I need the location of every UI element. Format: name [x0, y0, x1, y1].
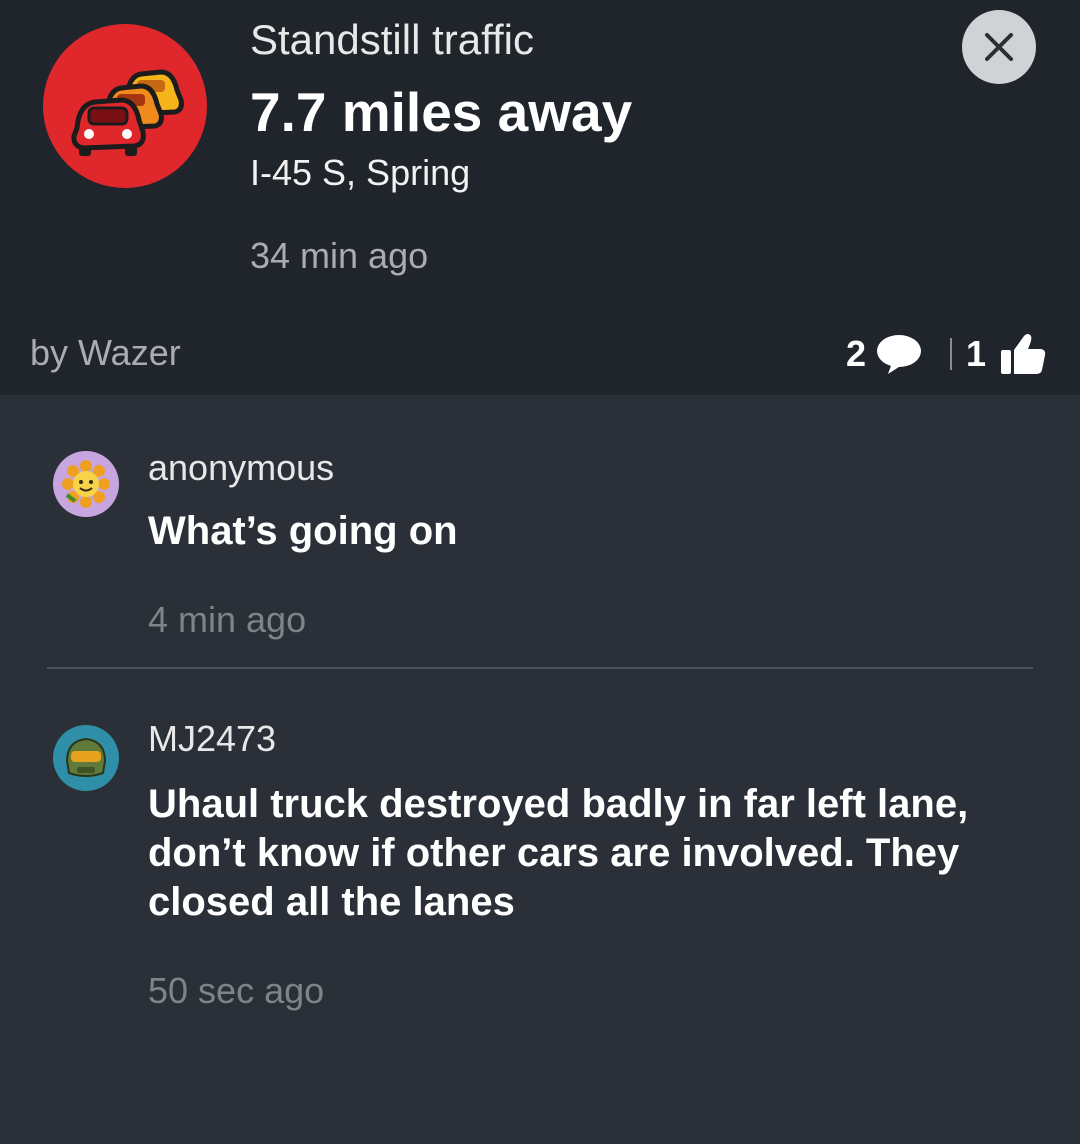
- comment-bubble-icon[interactable]: [874, 330, 924, 378]
- sunflower-avatar-icon: [62, 460, 110, 508]
- comment-text: Uhaul truck destroyed badly in far left …: [148, 782, 969, 924]
- close-button[interactable]: [962, 10, 1036, 84]
- comment-text: What’s going on: [148, 509, 458, 553]
- comment-time: 50 sec ago: [148, 970, 325, 1011]
- traffic-jam-icon: [43, 24, 207, 188]
- alert-street: I-45 S, Spring: [250, 152, 471, 193]
- reporter-label: by Wazer: [30, 332, 181, 373]
- alert-time: 34 min ago: [250, 235, 429, 276]
- alert-distance: 7.7 miles away: [250, 81, 633, 143]
- helmet-avatar-icon: [65, 737, 107, 777]
- comment-divider: [47, 667, 1033, 669]
- thumbs-up-count: 1: [965, 333, 986, 374]
- comment-username: MJ2473: [148, 718, 277, 759]
- stats-divider: [949, 338, 952, 370]
- avatar[interactable]: [53, 725, 119, 791]
- comment-count: 2: [845, 333, 866, 374]
- alert-stats: 2 1: [846, 330, 1048, 378]
- comment-time: 4 min ago: [148, 599, 307, 640]
- comments-list[interactable]: anonymous What’s going on 4 min ago MJ24…: [0, 395, 1080, 1144]
- thumbs-up-icon[interactable]: [998, 330, 1048, 378]
- avatar[interactable]: [53, 451, 119, 517]
- close-icon: [985, 33, 1013, 61]
- alert-header: Standstill traffic 7.7 miles away I-45 S…: [0, 0, 1080, 395]
- alert-type-title: Standstill traffic: [250, 16, 535, 63]
- comment-username: anonymous: [148, 447, 335, 488]
